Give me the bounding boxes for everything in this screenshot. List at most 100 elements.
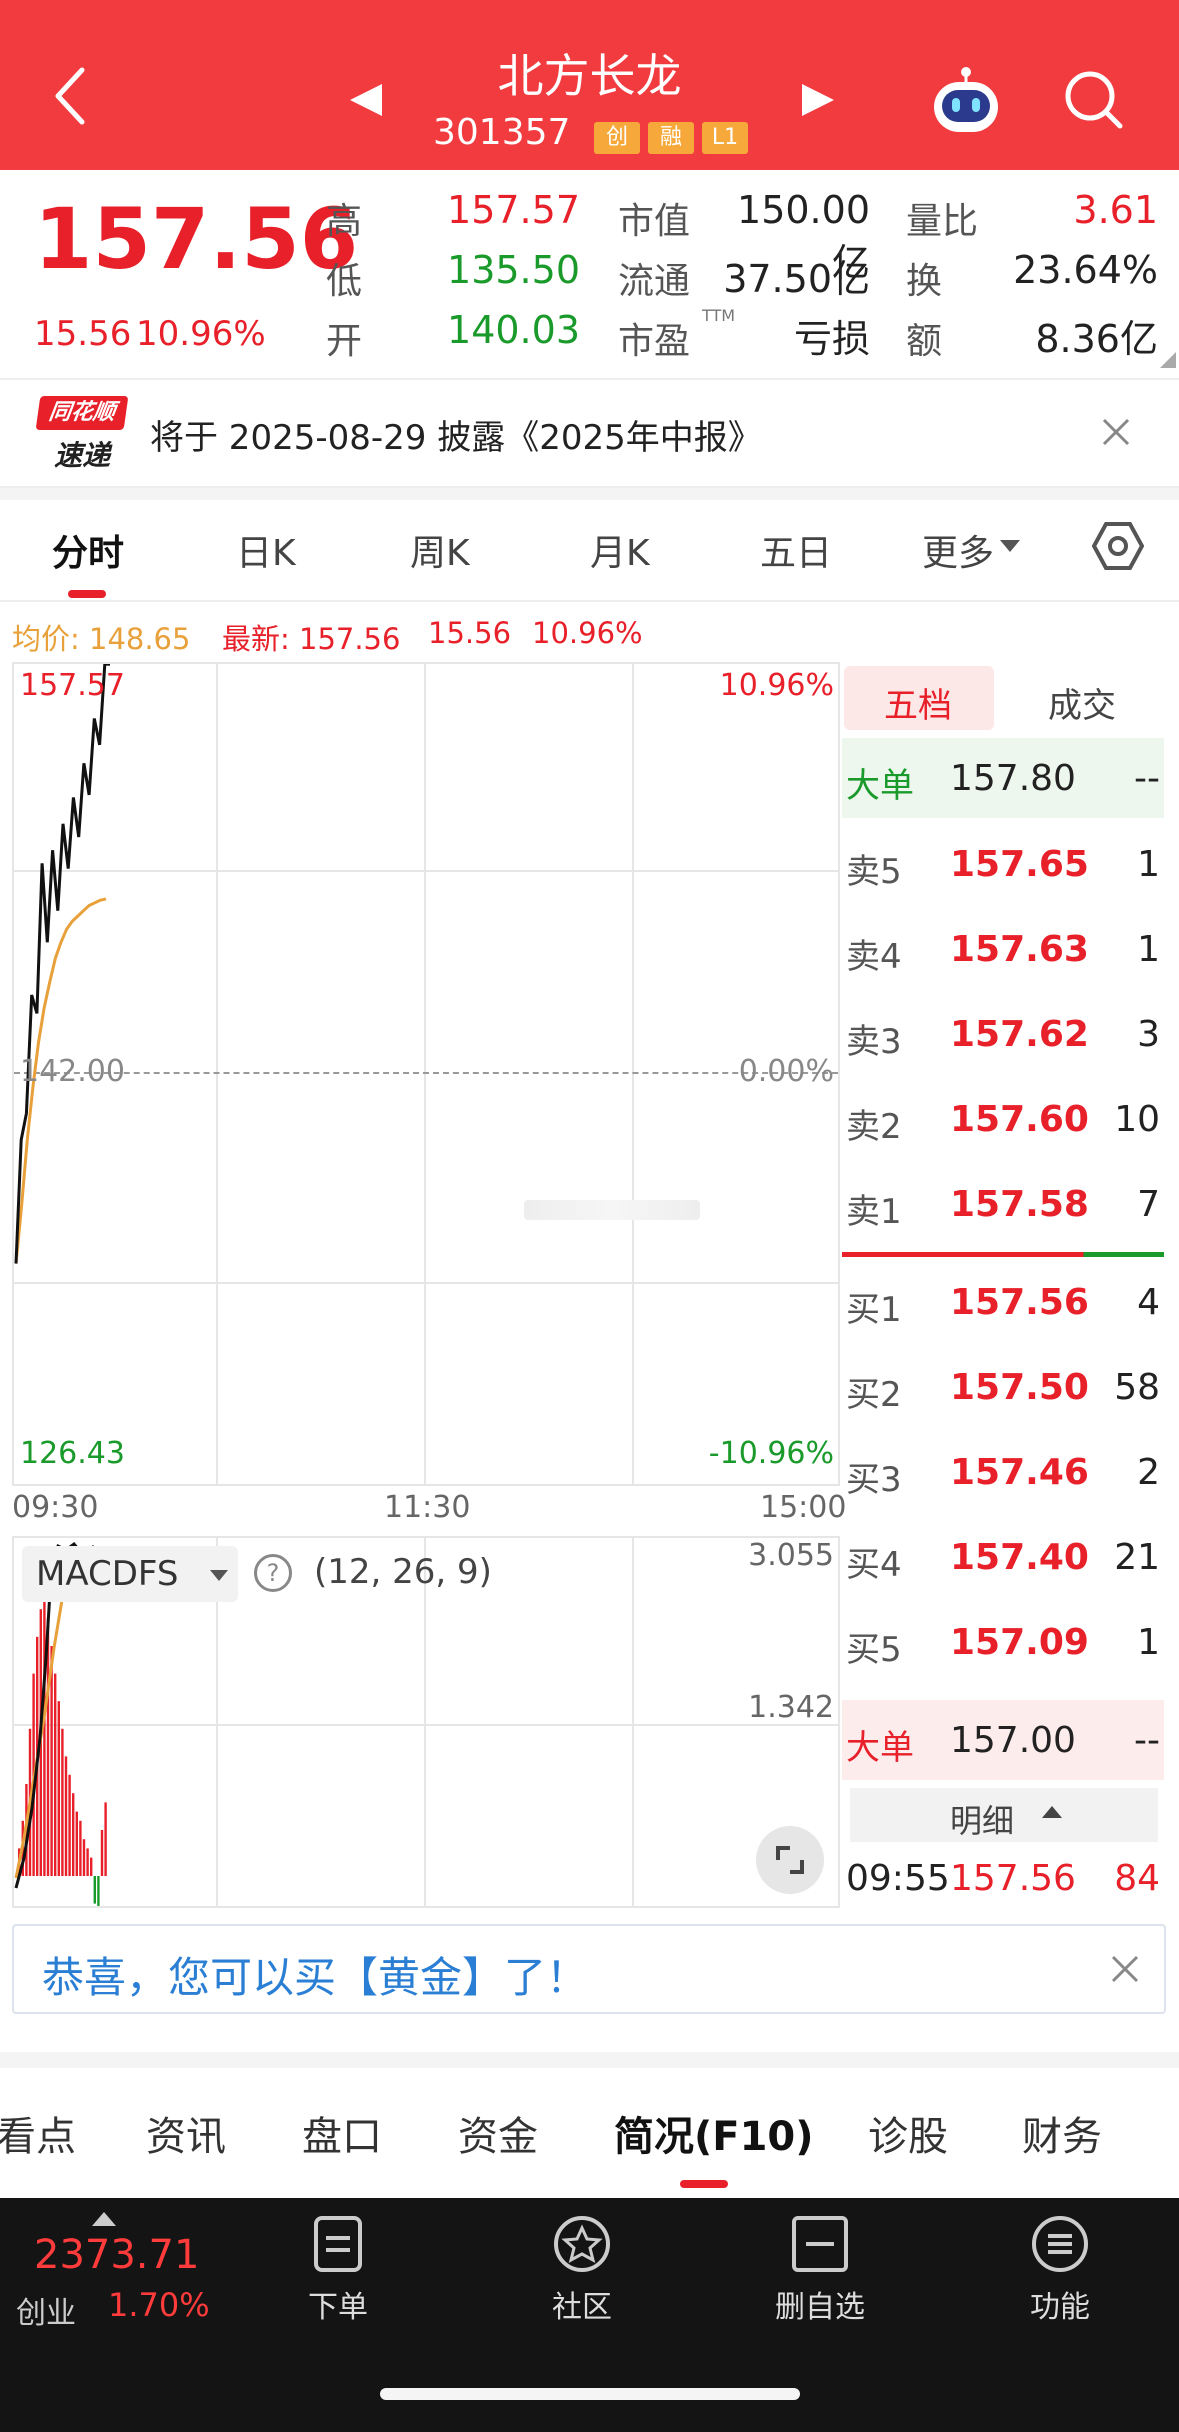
index-pct: 1.70% — [108, 2286, 210, 2324]
more-dropdown-icon[interactable] — [1000, 540, 1020, 552]
notice-bar[interactable]: 同花顺 速递 将于 2025-08-29 披露《2025年中报》 — [0, 378, 1179, 488]
order-label: 下单 — [308, 2290, 368, 2325]
buy-price: 157.56 — [950, 1282, 1089, 1323]
order-button[interactable]: 下单 — [258, 2214, 418, 2326]
macd-chart[interactable]: MACDFS ? (12, 26, 9) 3.055 1.342 — [12, 1536, 840, 1908]
macd-indicator-label: MACDFS — [36, 1554, 179, 1594]
notice-text: 将于 2025-08-29 披露《2025年中报》 — [150, 418, 762, 458]
sell-row-5[interactable]: 卖1 157.58 7 — [842, 1164, 1164, 1244]
header-bar: 北方长龙 301357 创 融 L1 — [0, 0, 1179, 170]
buy-volume: 58 — [1114, 1367, 1160, 1408]
tab-day-k[interactable]: 日K — [236, 524, 296, 576]
macd-bar — [100, 1830, 104, 1876]
search-icon[interactable] — [1062, 68, 1126, 136]
macd-help-icon[interactable]: ? — [254, 1554, 292, 1592]
expand-corner-icon[interactable] — [1160, 352, 1176, 368]
buy-row-3[interactable]: 买3 157.46 2 — [842, 1432, 1164, 1512]
buy-row-5[interactable]: 买5 157.09 1 — [842, 1602, 1164, 1682]
btab-funds[interactable]: 资金 — [458, 2104, 538, 2162]
remove-watchlist-icon — [792, 2216, 848, 2272]
index-value[interactable]: 2373.71 — [34, 2232, 199, 2278]
tab-more[interactable]: 更多 — [922, 524, 994, 576]
orderbook-tab-trades[interactable]: 成交 — [1048, 678, 1116, 727]
buy-volume: 21 — [1114, 1537, 1160, 1578]
promo-close-icon[interactable] — [1110, 1954, 1140, 1988]
community-button[interactable]: 社区 — [502, 2214, 662, 2326]
high-value: 157.57 — [447, 188, 580, 232]
big-buy-label: 大单 — [846, 1728, 914, 1768]
remove-watchlist-label: 删自选 — [775, 2290, 865, 2325]
big-sell-price: 157.80 — [950, 758, 1076, 799]
macd-indicator-selector[interactable]: MACDFS — [22, 1546, 238, 1602]
macd-bar — [86, 1848, 89, 1876]
orderbook-panel: 五档 成交 大单 157.80 -- 卖5 157.65 1 卖4 157.63 1 卖3 1… — [842, 662, 1166, 1908]
btab-orderbook[interactable]: 盘口 — [302, 2104, 382, 2162]
detail-toggle[interactable]: 明细 — [850, 1788, 1158, 1842]
buy-row-4[interactable]: 买4 157.40 21 — [842, 1517, 1164, 1597]
buy-price: 157.46 — [950, 1452, 1089, 1493]
buy-volume: 1 — [1137, 1622, 1160, 1663]
macd-bar — [64, 1756, 68, 1876]
sell-price: 157.65 — [950, 844, 1089, 885]
orderbook-tab-five[interactable]: 五档 — [844, 666, 994, 730]
btab-profile[interactable]: 简况(F10) — [614, 2104, 814, 2162]
btab-diagnosis[interactable]: 诊股 — [868, 2104, 948, 2162]
tab-month-k[interactable]: 月K — [590, 524, 650, 576]
tag-rong: 融 — [648, 122, 694, 154]
btab-highlights[interactable]: 看点 — [0, 2104, 76, 2162]
notice-logo: 同花顺 速递 — [35, 396, 129, 472]
btab-finance[interactable]: 财务 — [1022, 2104, 1102, 2162]
promo-banner[interactable]: 恭喜，您可以买【黄金】了！ — [12, 1924, 1166, 2014]
sell-price: 157.63 — [950, 929, 1089, 970]
next-stock-icon[interactable] — [800, 82, 836, 122]
macd-params: (12, 26, 9) — [314, 1552, 492, 1592]
macd-bar — [93, 1876, 96, 1904]
buy-label: 买5 — [846, 1630, 902, 1670]
section-gap — [0, 2052, 1179, 2068]
intraday-chart[interactable]: 157.57 142.00 126.43 10.96% 0.00% -10.96… — [12, 662, 840, 1486]
btab-news[interactable]: 资讯 — [146, 2104, 226, 2162]
macd-bar — [90, 1857, 93, 1876]
btab-active-indicator — [680, 2180, 728, 2188]
robot-assistant-icon[interactable] — [928, 62, 1004, 142]
sell-price: 157.58 — [950, 1184, 1089, 1225]
functions-label: 功能 — [1030, 2290, 1090, 2325]
big-sell-row: 大单 157.80 -- — [842, 738, 1164, 818]
buy-price: 157.50 — [950, 1367, 1089, 1408]
buy-row-2[interactable]: 买2 157.50 58 — [842, 1347, 1164, 1427]
latest-price-label: 最新: 157.56 — [222, 622, 401, 656]
tab-five-day[interactable]: 五日 — [760, 524, 832, 576]
macd-bar — [61, 1728, 64, 1876]
chart-settings-icon[interactable] — [1091, 520, 1145, 576]
tab-active-indicator — [68, 590, 106, 598]
x-label-noon: 11:30 — [384, 1490, 471, 1525]
sell-label: 卖3 — [846, 1022, 902, 1062]
trade-row: 09:55 157.56 84 — [842, 1858, 1164, 1908]
buy-row-1[interactable]: 买1 157.56 4 — [842, 1262, 1164, 1342]
sell-label: 卖5 — [846, 852, 902, 892]
sell-row-4[interactable]: 卖2 157.60 10 — [842, 1079, 1164, 1159]
sell-row-3[interactable]: 卖3 157.62 3 — [842, 994, 1164, 1074]
fullscreen-button[interactable] — [756, 1826, 824, 1894]
functions-button[interactable]: 功能 — [980, 2214, 1140, 2326]
sell-row-2[interactable]: 卖4 157.63 1 — [842, 909, 1164, 989]
macd-mid-value: 1.342 — [748, 1690, 834, 1725]
book-divider — [842, 1252, 1164, 1257]
buy-volume: 2 — [1137, 1452, 1160, 1493]
macd-bar — [75, 1811, 78, 1876]
promo-text: 恭喜，您可以买【黄金】了！ — [42, 1953, 589, 2002]
sell-volume: 10 — [1114, 1099, 1160, 1140]
y-mid-price: 142.00 — [20, 1054, 125, 1089]
big-buy-price: 157.00 — [950, 1720, 1076, 1761]
sell-label: 卖4 — [846, 937, 902, 977]
tab-intraday[interactable]: 分时 — [52, 524, 124, 576]
y-top-pct: 10.96% — [719, 668, 834, 703]
watermark — [524, 1200, 700, 1220]
remove-watchlist-button[interactable]: 删自选 — [740, 2214, 900, 2326]
home-indicator — [380, 2388, 800, 2400]
sell-row-1[interactable]: 卖5 157.65 1 — [842, 824, 1164, 904]
trade-vol: 84 — [1114, 1858, 1160, 1899]
tag-l1: L1 — [702, 122, 748, 154]
tab-week-k[interactable]: 周K — [410, 524, 470, 576]
notice-close-icon[interactable] — [1100, 416, 1132, 452]
